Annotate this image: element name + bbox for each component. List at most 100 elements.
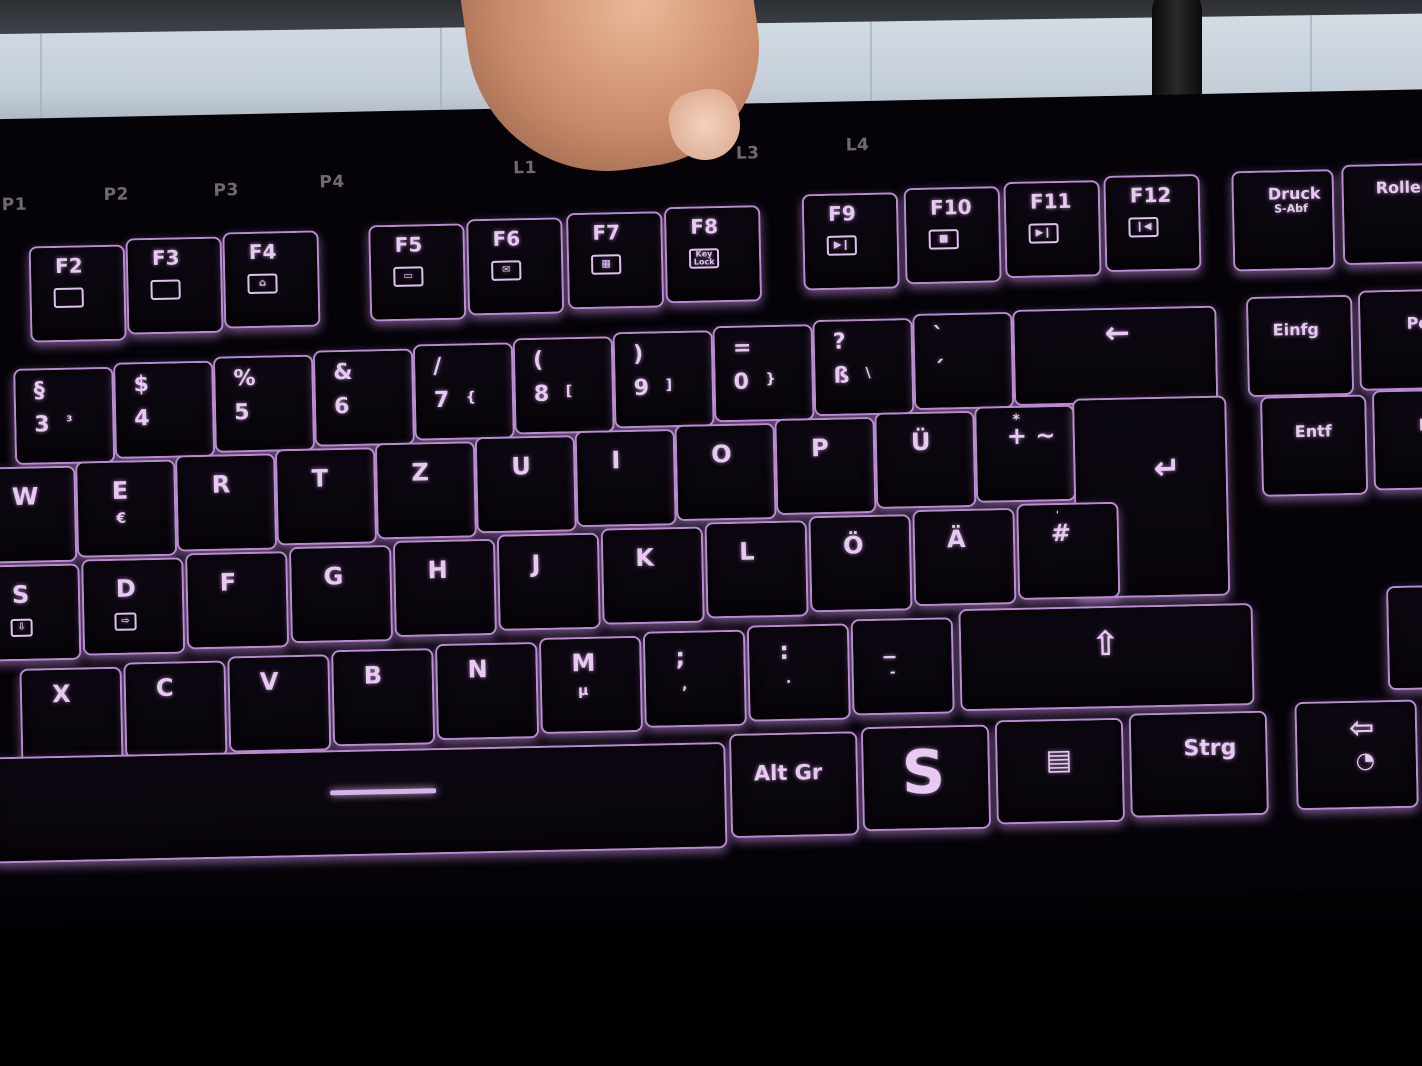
- key-z[interactable]: Z: [376, 443, 475, 538]
- key-label: F9: [827, 201, 856, 226]
- volume-down-icon: [150, 279, 181, 301]
- key-hash[interactable]: # ': [1018, 503, 1119, 598]
- key-plus[interactable]: + ~ *: [976, 406, 1075, 501]
- key-label: ß: [833, 363, 850, 389]
- key-s[interactable]: S ⇩: [0, 565, 80, 660]
- key-b[interactable]: B: [333, 650, 434, 745]
- keyboard-photo: P1P2P3P4L1L2L3L4F2F3F4⌂F5▭F6✉F7▦F8Key Lo…: [0, 0, 1422, 1066]
- key-ende[interactable]: En: [1374, 390, 1422, 489]
- key-f[interactable]: F: [187, 553, 288, 648]
- calculator-icon: ▦: [590, 254, 622, 275]
- key-t[interactable]: T: [277, 449, 375, 544]
- key-5[interactable]: % 5: [215, 356, 313, 451]
- key-strg[interactable]: Strg: [1130, 712, 1267, 816]
- key-label: S-Abf: [1274, 201, 1308, 216]
- key-arrow-up[interactable]: [1388, 586, 1422, 689]
- key-e[interactable]: E €: [77, 461, 176, 556]
- keyboard-bottom-shadow: [0, 880, 1422, 1066]
- key-n[interactable]: N: [437, 644, 538, 739]
- key-f11[interactable]: F11 ▶❙: [1005, 182, 1100, 277]
- key-label: Pos: [1406, 313, 1422, 333]
- key-altgr[interactable]: Alt Gr: [731, 733, 858, 836]
- key-label: H: [427, 555, 448, 585]
- key-comma[interactable]: ;,: [644, 631, 745, 726]
- key-v[interactable]: V: [229, 656, 330, 751]
- mail-icon: ✉: [491, 260, 522, 281]
- key-label: 7: [433, 387, 450, 414]
- key-3[interactable]: § 3 ³: [15, 368, 114, 463]
- key-d[interactable]: D ⇨: [83, 559, 184, 654]
- key-f9[interactable]: F9 ▶❙: [803, 194, 898, 289]
- menu-icon: ▤: [1045, 742, 1073, 777]
- key-altgr-label: ]: [665, 377, 673, 394]
- key-g[interactable]: G: [291, 547, 391, 642]
- key-f2[interactable]: F2: [30, 246, 125, 341]
- led-label-p1: P1: [1, 194, 28, 216]
- key-f12[interactable]: F12 ❙◀: [1105, 176, 1200, 271]
- key-einfg[interactable]: Einfg: [1248, 296, 1353, 396]
- key-l[interactable]: L: [706, 522, 807, 617]
- key-f10[interactable]: F10 ■: [905, 188, 1000, 283]
- key-w[interactable]: W: [0, 467, 76, 562]
- key-k[interactable]: K: [602, 528, 703, 623]
- key-pos1[interactable]: Pos: [1359, 290, 1422, 389]
- key-f6[interactable]: F6 ✉: [468, 219, 563, 314]
- key-shift-right[interactable]: ⇧: [960, 605, 1253, 710]
- key-acute[interactable]: ` ´: [914, 314, 1013, 409]
- key-ae[interactable]: Ä: [914, 510, 1015, 605]
- key-alt-label: µ: [577, 682, 589, 700]
- key-label: M: [571, 648, 596, 678]
- key-rollen[interactable]: Rollen: [1343, 164, 1422, 264]
- key-label: Alt Gr: [753, 760, 823, 786]
- monitor-icon: ▭: [393, 266, 424, 287]
- key-oe[interactable]: Ö: [810, 516, 911, 611]
- key-shift-label: ): [632, 341, 644, 367]
- key-label: 9: [633, 375, 650, 401]
- key-label: B: [363, 661, 383, 690]
- key-f5[interactable]: F5 ▭: [370, 225, 465, 320]
- key-minus[interactable]: _ -: [852, 619, 953, 714]
- key-label: F6: [492, 226, 521, 251]
- key-r[interactable]: R: [177, 455, 276, 550]
- key-h[interactable]: H: [394, 540, 495, 635]
- key-backspace[interactable]: ←: [1014, 307, 1217, 404]
- key-i[interactable]: I: [576, 431, 675, 526]
- apostrophe-label: ': [1055, 510, 1060, 522]
- key-label: Druck: [1267, 183, 1321, 204]
- key-label: Rollen: [1375, 177, 1422, 198]
- key-o[interactable]: O: [676, 425, 775, 520]
- key-label: F8: [690, 214, 719, 239]
- key-arrow-left[interactable]: ⇦ ◔: [1296, 701, 1417, 809]
- stop-icon: ■: [928, 229, 959, 250]
- key-x[interactable]: X: [21, 668, 122, 763]
- arrow-left-icon: ⇦: [1348, 710, 1375, 747]
- key-period[interactable]: :.: [748, 625, 849, 720]
- key-f3[interactable]: F3: [127, 238, 222, 333]
- key-7[interactable]: / 7 {: [414, 344, 513, 439]
- key-4[interactable]: $4: [115, 362, 214, 457]
- key-logo[interactable]: S: [862, 726, 990, 830]
- led-label-l4: L4: [845, 134, 870, 156]
- key-alt-label: ,: [681, 676, 688, 694]
- key-0[interactable]: = 0}: [714, 326, 813, 421]
- key-u[interactable]: U: [476, 437, 575, 532]
- key-m[interactable]: Mµ: [541, 637, 641, 732]
- key-p[interactable]: P: [776, 418, 875, 513]
- key-f4[interactable]: F4 ⌂: [224, 232, 319, 327]
- volume-up-icon: [53, 287, 84, 309]
- key-9[interactable]: ) 9]: [614, 332, 713, 427]
- key-6[interactable]: & 6: [314, 350, 413, 445]
- key-menu[interactable]: ▤: [996, 719, 1123, 823]
- key-ue[interactable]: Ü: [876, 412, 975, 507]
- key-entf[interactable]: Entf: [1262, 396, 1367, 495]
- key-j[interactable]: J: [498, 534, 599, 629]
- key-space[interactable]: [0, 744, 726, 862]
- key-f8[interactable]: F8 Key Lock: [666, 207, 760, 302]
- key-sz[interactable]: ? ß \: [814, 320, 913, 415]
- key-c[interactable]: C: [125, 662, 226, 757]
- key-druck[interactable]: Druck S-Abf: [1233, 171, 1334, 270]
- key-8[interactable]: (8 [: [514, 338, 613, 433]
- speed-icon: ◔: [1355, 748, 1376, 774]
- home-icon: ⌂: [247, 273, 278, 295]
- key-f7[interactable]: F7 ▦: [568, 213, 663, 308]
